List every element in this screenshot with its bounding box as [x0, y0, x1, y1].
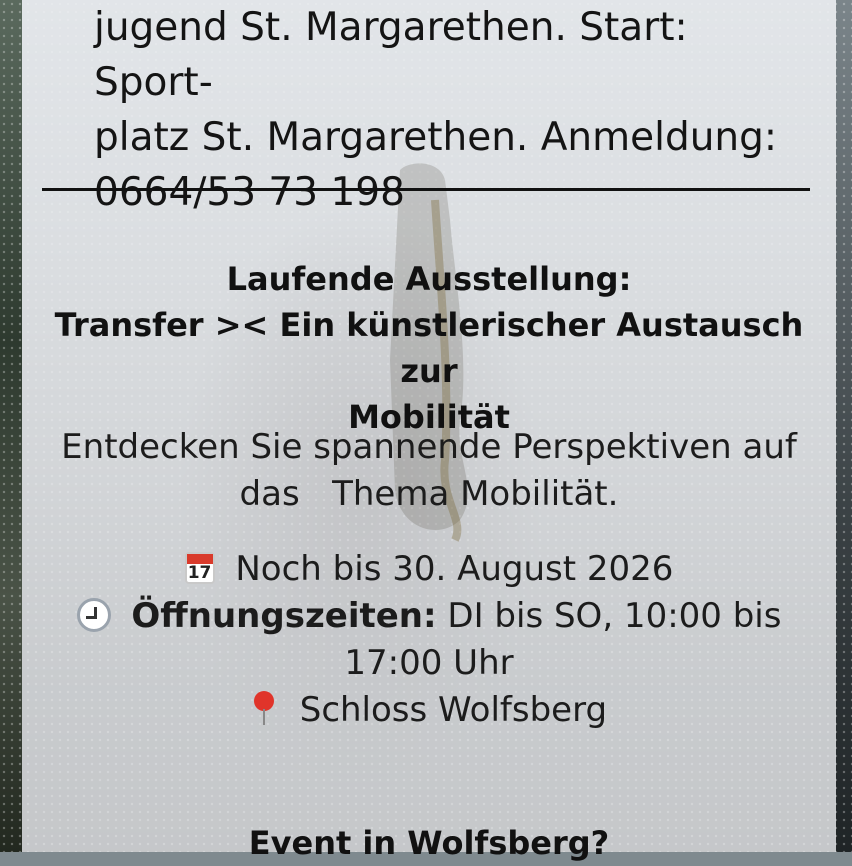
section-divider	[42, 188, 810, 191]
location-line: Schloss Wolfsberg	[22, 687, 836, 734]
description-line: das Thema Mobilität.	[239, 474, 619, 514]
pin-icon-head	[253, 691, 274, 711]
description-line: Entdecken Sie spannende Perspektiven auf	[61, 427, 797, 467]
calendar-icon-day: 17	[187, 563, 212, 583]
hours-text: DI bis SO, 10:00 bis	[447, 596, 782, 636]
flyer-content: jugend St. Margarethen. Start: Sport- pl…	[22, 0, 836, 862]
exhibition-info: 17 Noch bis 30. August 2026 Öffnungszeit…	[22, 546, 836, 734]
hours-line: Öffnungszeiten: DI bis SO, 10:00 bis	[22, 593, 836, 640]
clock-hand-minute	[85, 616, 97, 619]
calendar-icon: 17	[184, 552, 215, 584]
next-section-heading: Event in Wolfsberg?	[248, 824, 610, 862]
date-line: 17 Noch bis 30. August 2026	[22, 546, 836, 593]
exhibition-description: Entdecken Sie spannende Perspektiven auf…	[22, 424, 836, 518]
pin-icon-needle	[262, 709, 265, 725]
event-text-line: jugend St. Margarethen. Start: Sport-	[94, 5, 688, 105]
pin-icon	[251, 691, 277, 725]
heading-line: Transfer >< Ein künstlerischer Austausch…	[54, 306, 804, 390]
clock-icon	[76, 598, 111, 632]
heading-line: Laufende Ausstellung:	[226, 260, 632, 298]
hours-label: Öffnungszeiten:	[131, 596, 437, 636]
date-text: Noch bis 30. August 2026	[235, 549, 674, 589]
hours-line-continued: 17:00 Uhr	[344, 643, 514, 683]
location-text: Schloss Wolfsberg	[299, 690, 608, 730]
event-text-line: platz St. Margarethen. Anmeldung:	[94, 115, 778, 160]
previous-event-details: jugend St. Margarethen. Start: Sport- pl…	[94, 0, 814, 220]
event-phone: 0664/53 73 198	[94, 170, 405, 215]
exhibition-heading: Laufende Ausstellung: Transfer >< Ein kü…	[22, 256, 836, 440]
